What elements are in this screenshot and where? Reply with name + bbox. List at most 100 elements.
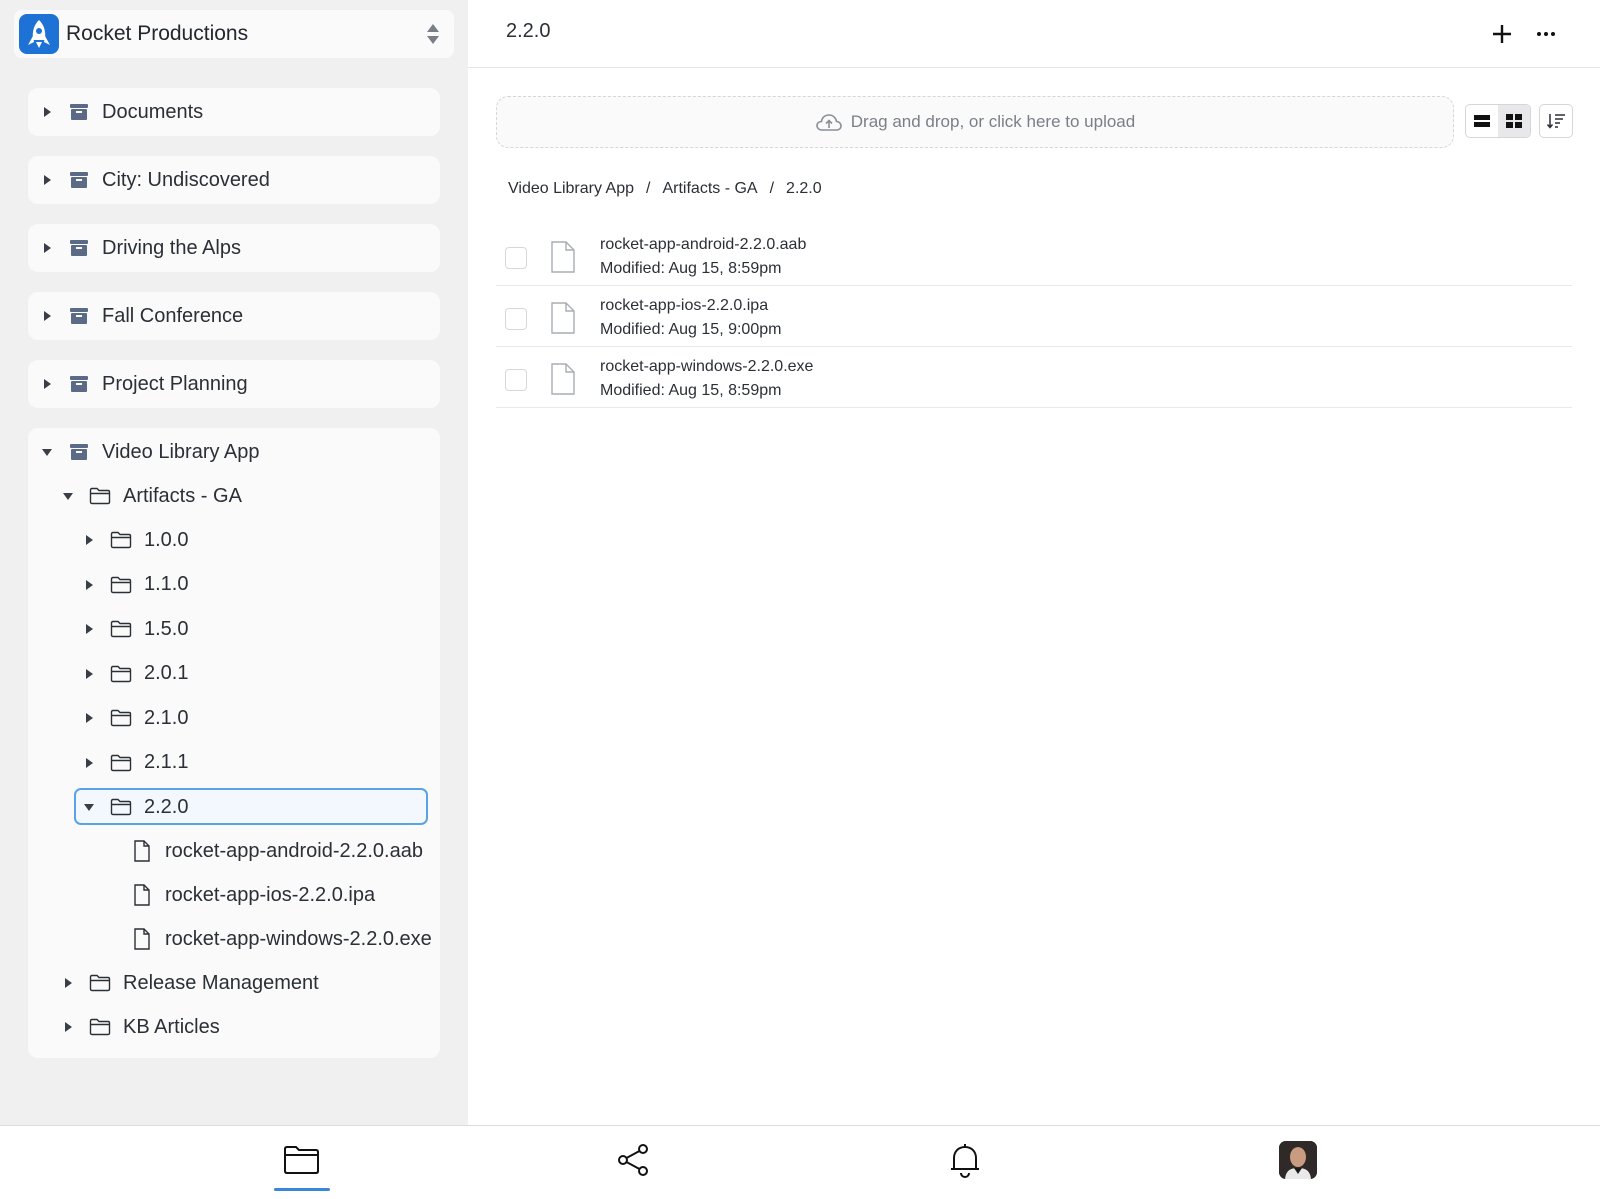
library-icon — [68, 237, 90, 259]
folder-icon — [110, 663, 132, 685]
caret-right-icon[interactable] — [40, 309, 54, 323]
library-card[interactable]: City: Undiscovered — [28, 156, 440, 204]
library-label: Documents — [102, 100, 204, 123]
file-name[interactable]: rocket-app-android-2.2.0.aab — [600, 236, 806, 254]
sort-button[interactable] — [1539, 104, 1573, 138]
ellipsis-icon — [1537, 32, 1555, 36]
file-modified: Modified: Aug 15, 9:00pm — [600, 321, 782, 338]
folder-row[interactable]: 2.0.1 — [82, 658, 188, 690]
file-checkbox[interactable] — [505, 308, 527, 330]
caret-right-icon[interactable] — [82, 578, 96, 592]
share-icon — [618, 1144, 648, 1176]
library-label: City: Undiscovered — [102, 168, 270, 191]
library-icon — [68, 373, 90, 395]
file-name[interactable]: rocket-app-windows-2.2.0.exe — [600, 358, 813, 376]
file-row[interactable]: rocket-app-android-2.2.0.aab — [103, 835, 423, 867]
avatar — [1279, 1141, 1317, 1179]
library-card[interactable]: Documents — [28, 88, 440, 136]
caret-right-icon[interactable] — [82, 622, 96, 636]
library-row[interactable]: City: Undiscovered — [40, 164, 270, 196]
caret-right-icon[interactable] — [82, 667, 96, 681]
caret-down-icon[interactable] — [40, 445, 54, 459]
caret-right-icon[interactable] — [40, 173, 54, 187]
nav-profile-button[interactable] — [1274, 1140, 1322, 1180]
folder-row[interactable]: 1.5.0 — [82, 613, 188, 645]
folder-row[interactable]: 2.1.0 — [82, 702, 188, 734]
grid-view-button[interactable] — [1498, 105, 1530, 137]
list-view-button[interactable] — [1466, 105, 1498, 137]
folder-icon — [110, 574, 132, 596]
bell-icon — [951, 1144, 979, 1178]
library-row[interactable]: Fall Conference — [40, 300, 243, 332]
active-nav-indicator — [274, 1188, 330, 1191]
folder-row[interactable]: Release Management — [61, 967, 319, 999]
folder-row[interactable]: KB Articles — [61, 1011, 220, 1043]
page-title: 2.2.0 — [506, 20, 551, 42]
more-options-button[interactable] — [1532, 20, 1560, 48]
file-row-label: rocket-app-android-2.2.0.aab — [165, 839, 423, 862]
file-row[interactable]: rocket-app-windows-2.2.0.exe — [103, 923, 432, 955]
nav-notifications-button[interactable] — [941, 1140, 989, 1180]
file-row-label: rocket-app-windows-2.2.0.exe — [165, 927, 432, 950]
caret-right-icon[interactable] — [82, 756, 96, 770]
library-row[interactable]: Project Planning — [40, 368, 248, 400]
cloud-upload-icon — [815, 114, 842, 131]
folder-row[interactable]: 2.1.1 — [82, 747, 188, 779]
file-checkbox[interactable] — [505, 247, 527, 269]
caret-right-icon[interactable] — [40, 241, 54, 255]
caret-down-icon[interactable] — [82, 800, 96, 814]
library-row[interactable]: Driving the Alps — [40, 232, 241, 264]
folder-row-label: Artifacts - GA — [123, 484, 242, 507]
sort-icon — [1546, 114, 1565, 129]
caret-right-icon[interactable] — [61, 976, 75, 990]
file-checkbox[interactable] — [505, 369, 527, 391]
org-switcher[interactable]: Rocket Productions — [14, 10, 454, 58]
file-list-row[interactable]: rocket-app-android-2.2.0.aab Modified: Au… — [496, 225, 1572, 286]
caret-down-icon[interactable] — [61, 489, 75, 503]
breadcrumb-item[interactable]: 2.2.0 — [786, 180, 822, 198]
file-icon — [550, 302, 576, 334]
folder-icon — [110, 707, 132, 729]
library-label: Project Planning — [102, 372, 248, 395]
breadcrumb-item[interactable]: Artifacts - GA — [662, 180, 757, 198]
grid-view-icon — [1506, 114, 1522, 128]
library-card[interactable]: Project Planning — [28, 360, 440, 408]
breadcrumb-item[interactable]: Video Library App — [508, 180, 634, 198]
breadcrumb: Video Library App / Artifacts - GA / 2.2.0 — [508, 180, 822, 198]
library-row-label: Video Library App — [102, 440, 260, 463]
folder-row-selected[interactable]: 2.2.0 — [82, 791, 188, 823]
library-card-video-library-app: Video Library App Artifacts - GA 1.0.0 1.1.… — [28, 428, 440, 1058]
breadcrumb-separator: / — [646, 180, 651, 197]
library-row[interactable]: Documents — [40, 96, 203, 128]
library-card[interactable]: Driving the Alps — [28, 224, 440, 272]
file-row[interactable]: rocket-app-ios-2.2.0.ipa — [103, 879, 375, 911]
file-name[interactable]: rocket-app-ios-2.2.0.ipa — [600, 297, 768, 315]
folder-icon — [89, 485, 111, 507]
caret-right-icon[interactable] — [82, 533, 96, 547]
folder-row-label: 2.1.0 — [144, 706, 189, 729]
library-row[interactable]: Video Library App — [40, 436, 260, 468]
caret-right-icon[interactable] — [40, 105, 54, 119]
org-name: Rocket Productions — [66, 22, 249, 45]
add-button[interactable] — [1488, 20, 1516, 48]
folder-row-label: KB Articles — [123, 1015, 220, 1038]
file-icon — [131, 884, 153, 906]
plus-icon — [1493, 25, 1511, 43]
file-icon — [550, 363, 576, 395]
nav-share-button[interactable] — [610, 1140, 658, 1180]
caret-right-icon[interactable] — [61, 1020, 75, 1034]
caret-right-icon[interactable] — [40, 377, 54, 391]
library-card[interactable]: Fall Conference — [28, 292, 440, 340]
folder-row[interactable]: 1.0.0 — [82, 524, 188, 556]
folder-row[interactable]: Artifacts - GA — [61, 480, 242, 512]
folder-row-label: 1.5.0 — [144, 617, 189, 640]
folder-row[interactable]: 1.1.0 — [82, 569, 188, 601]
file-list-row[interactable]: rocket-app-ios-2.2.0.ipa Modified: Aug 15… — [496, 286, 1572, 347]
folder-icon — [89, 972, 111, 994]
caret-right-icon[interactable] — [82, 711, 96, 725]
chevron-updown-icon — [426, 23, 440, 45]
nav-files-button[interactable] — [278, 1140, 326, 1180]
upload-dropzone[interactable]: Drag and drop, or click here to upload — [496, 96, 1454, 148]
file-list-row[interactable]: rocket-app-windows-2.2.0.exe Modified: Au… — [496, 347, 1572, 408]
folder-icon — [284, 1146, 319, 1174]
